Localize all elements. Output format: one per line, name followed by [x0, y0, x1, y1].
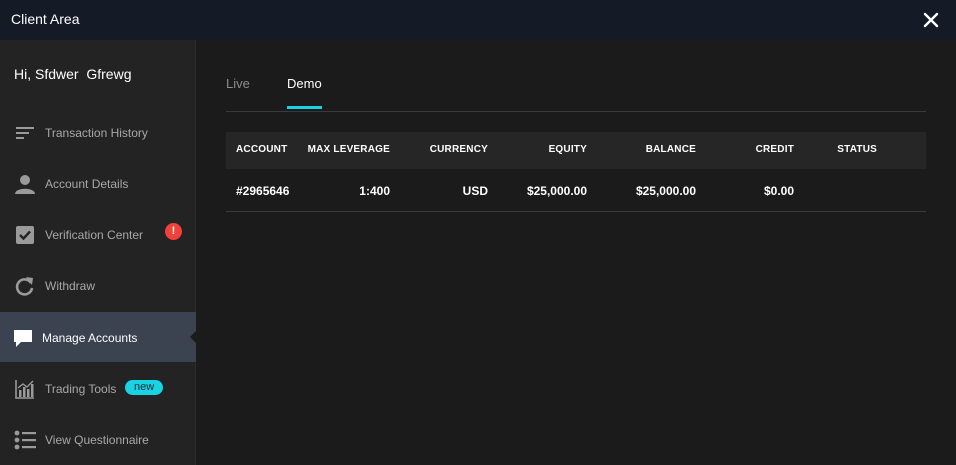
list-icon	[14, 430, 36, 450]
sidebar-item-withdraw[interactable]: Withdraw	[0, 260, 196, 310]
sidebar-item-label: Withdraw	[45, 279, 96, 293]
sidebar-item-trading-tools[interactable]: Trading Tools new	[0, 363, 196, 413]
table-row[interactable]: #2965646 1:400 USD $25,000.00 $25,000.00…	[226, 169, 926, 212]
chart-icon	[15, 380, 34, 399]
sidebar-item-label: Account Details	[45, 177, 129, 191]
sidebar: Hi, Sfdwer Gfrewg Transaction History Ac…	[0, 40, 197, 465]
check-icon	[16, 226, 34, 244]
chat-icon	[14, 330, 32, 347]
user-greeting: Hi, Sfdwer Gfrewg	[14, 66, 132, 82]
sidebar-item-label: Verification Center	[45, 228, 144, 242]
tab-demo[interactable]: Demo	[287, 76, 322, 109]
lines-icon	[16, 127, 34, 139]
sidebar-item-label: Manage Accounts	[42, 331, 138, 345]
header-account: ACCOUNT	[236, 144, 288, 155]
main-panel: Live Demo ACCOUNT MAX LEVERAGE CURRENCY …	[197, 40, 956, 465]
cell-account: #2965646	[236, 184, 290, 198]
sidebar-item-label: Transaction History	[45, 126, 148, 140]
sidebar-item-account-details[interactable]: Account Details	[0, 158, 196, 208]
new-badge: new	[125, 380, 164, 395]
table-header: ACCOUNT MAX LEVERAGE CURRENCY EQUITY BAL…	[226, 132, 926, 169]
close-icon[interactable]	[922, 11, 940, 29]
tab-live[interactable]: Live	[226, 76, 250, 109]
sidebar-item-view-questionnaire[interactable]: View Questionnaire	[0, 414, 196, 464]
refresh-icon	[15, 277, 34, 296]
user-icon	[15, 175, 35, 194]
sidebar-item-verification-center[interactable]: Verification Center !	[0, 209, 196, 259]
sidebar-item-transaction-history[interactable]: Transaction History	[0, 107, 196, 157]
alert-badge: !	[165, 223, 182, 240]
sidebar-item-label: Trading Tools	[45, 382, 117, 396]
active-pointer	[190, 330, 197, 344]
window-title: Client Area	[11, 11, 80, 27]
account-tabs: Live Demo	[226, 40, 926, 112]
sidebar-item-manage-accounts[interactable]: Manage Accounts	[0, 312, 197, 362]
accounts-table: ACCOUNT MAX LEVERAGE CURRENCY EQUITY BAL…	[226, 132, 926, 212]
title-bar: Client Area	[0, 0, 956, 40]
sidebar-item-label: View Questionnaire	[45, 433, 149, 447]
